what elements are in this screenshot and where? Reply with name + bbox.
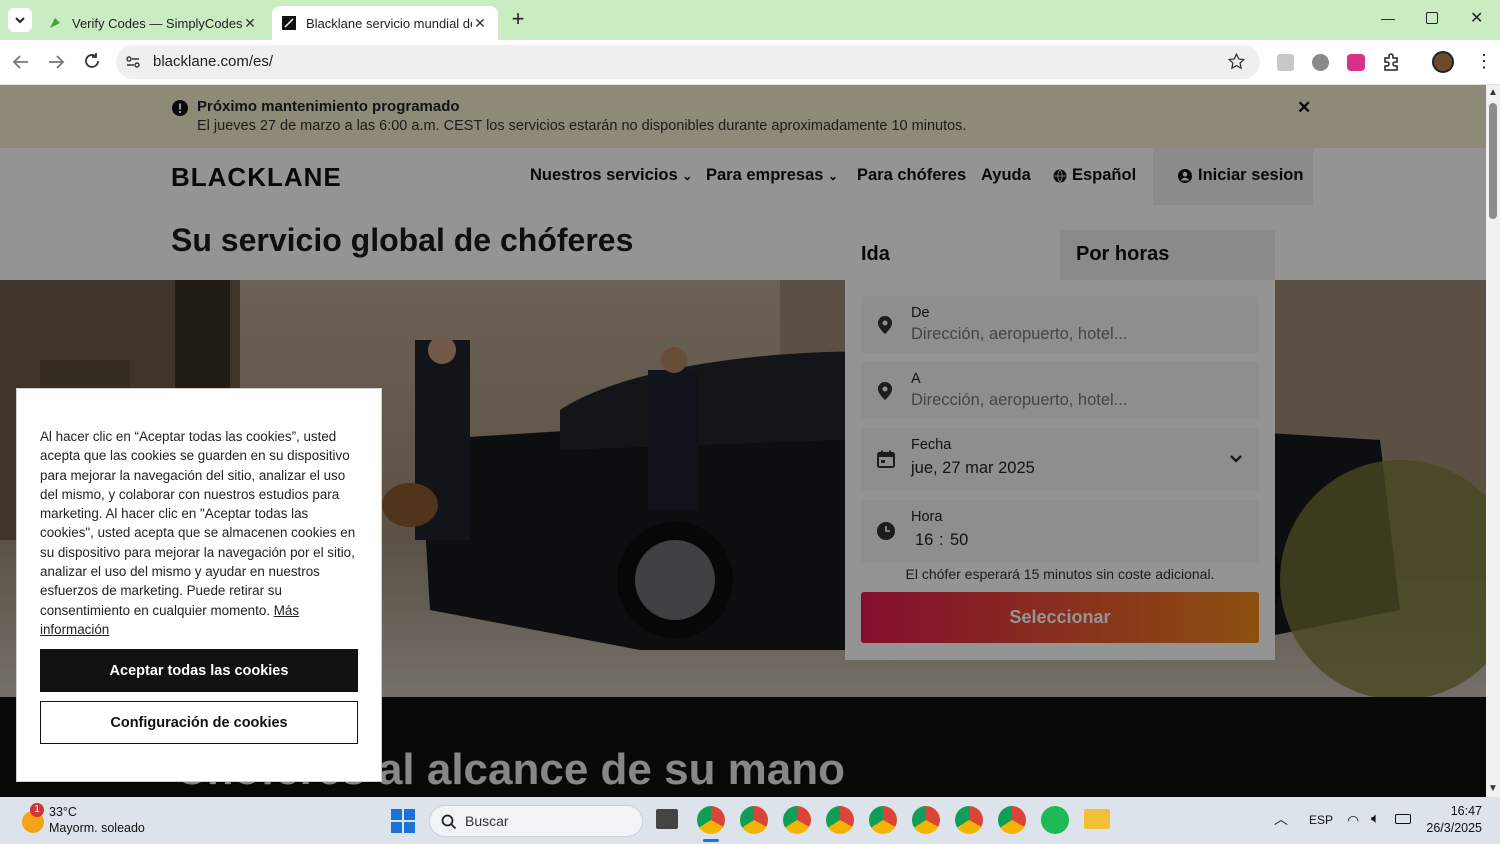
page-scrollbar[interactable]: ▲ ▼ [1486,85,1500,797]
chevron-down-icon [15,17,25,24]
active-app-indicator [703,839,719,842]
clock-date[interactable]: 26/3/2025 [1412,821,1482,835]
browser-tab-strip: Verify Codes — SimplyCodes ✕ Blacklane s… [0,0,1500,40]
chrome-profile-icon[interactable] [998,806,1026,834]
chrome-profile-icon[interactable] [783,806,811,834]
browser-tab-blacklane[interactable]: Blacklane servicio mundial de ch ✕ [272,6,498,40]
cookie-text: Al hacer clic en “Aceptar todas las cook… [40,427,362,639]
search-icon [441,814,457,830]
weather-widget[interactable]: 1 33°C Mayorm. soleado [18,803,168,839]
scroll-down-arrow[interactable]: ▼ [1488,783,1498,794]
weather-desc: Mayorm. soleado [49,821,145,835]
web-page: Próximo mantenimiento programado El juev… [0,85,1486,797]
url-text[interactable]: blacklane.com/es/ [153,53,273,70]
chrome-profile-icon[interactable] [826,806,854,834]
chrome-profile-icon[interactable] [912,806,940,834]
blacklane-favicon-icon [282,16,296,30]
bookmark-star-icon[interactable] [1228,53,1245,70]
show-hidden-icons[interactable]: ︿ [1274,809,1288,829]
window-minimize-icon[interactable]: — [1381,10,1395,26]
tab-title: Verify Codes — SimplyCodes [72,15,242,31]
input-language[interactable]: ESP [1309,813,1333,827]
volume-icon[interactable]: 🔈︎ [1371,810,1380,827]
address-bar[interactable] [116,45,1260,79]
forward-icon[interactable] [47,54,65,70]
scroll-up-arrow[interactable]: ▲ [1488,87,1498,98]
browser-toolbar: blacklane.com/es/ ⋮ [0,40,1500,85]
cookie-consent-dialog: Al hacer clic en “Aceptar todas las cook… [16,388,382,782]
window-restore-icon[interactable] [1426,12,1438,24]
window-close-icon[interactable]: ✕ [1470,8,1483,28]
close-tab-icon[interactable]: ✕ [472,15,488,32]
wifi-icon[interactable]: ◠ [1347,812,1359,829]
browser-tab-simplycodes[interactable]: Verify Codes — SimplyCodes ✕ [38,6,268,40]
extension-icon-2[interactable] [1312,54,1329,71]
taskbar-search[interactable]: Buscar [429,805,643,837]
simplycodes-favicon-icon [50,18,60,28]
weather-badge: 1 [30,803,44,817]
reload-icon[interactable] [83,52,101,70]
cookie-settings-button[interactable]: Configuración de cookies [40,701,358,744]
tab-search-button[interactable] [8,8,32,32]
file-explorer-icon[interactable] [1084,809,1110,829]
close-tab-icon[interactable]: ✕ [242,15,258,32]
task-view-icon[interactable] [656,809,678,829]
extensions-puzzle-icon[interactable] [1382,53,1400,71]
chrome-profile-icon[interactable] [740,806,768,834]
spotify-icon[interactable] [1041,806,1069,834]
scroll-thumb[interactable] [1489,103,1497,219]
site-info-icon[interactable] [125,54,141,70]
back-icon[interactable] [12,54,30,70]
clock-time[interactable]: 16:47 [1440,804,1482,818]
extension-icon-1[interactable] [1277,54,1294,71]
chrome-profile-icon[interactable] [869,806,897,834]
chrome-profile-icon[interactable] [955,806,983,834]
tab-title: Blacklane servicio mundial de ch [306,15,472,31]
battery-icon[interactable] [1395,814,1411,824]
taskbar-search-label: Buscar [465,813,509,829]
windows-start-icon[interactable] [391,809,415,833]
profile-avatar[interactable] [1432,51,1454,73]
accept-all-cookies-button[interactable]: Aceptar todas las cookies [40,649,358,692]
browser-menu-icon[interactable]: ⋮ [1475,50,1493,72]
extension-icon-3[interactable] [1347,54,1365,71]
windows-taskbar: 1 33°C Mayorm. soleado Buscar ︿ ESP ◠ 🔈︎… [0,797,1500,844]
weather-temp: 33°C [49,805,77,819]
cookie-body: Al hacer clic en “Aceptar todas las cook… [40,429,356,618]
new-tab-button[interactable]: + [508,8,528,32]
chrome-icon[interactable] [697,806,725,834]
